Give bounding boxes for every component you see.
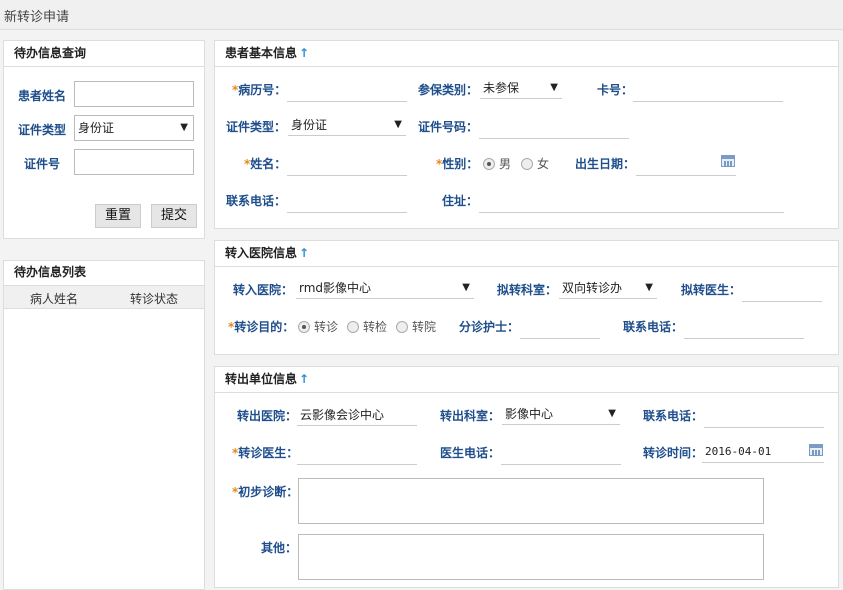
collapse-arrow-icon[interactable]: ↑ [299,246,309,260]
query-panel-title: 待办信息查询 [4,41,204,67]
title-bar: 新转诊申请 [0,0,843,30]
referral-time-input[interactable]: 2016-04-01 [702,441,824,463]
patient-info-title: 患者基本信息 ↑ [215,41,838,67]
in-doctor-label: 拟转医生： [681,283,742,297]
collapse-arrow-icon[interactable]: ↑ [299,372,309,386]
todo-list-header: 病人姓名 转诊状态 [4,285,204,309]
in-hospital-select[interactable]: rmd影像中心 ▼ [296,277,474,299]
patient-idtype-label: 证件类型： [226,120,287,134]
in-phone-label: 联系电话： [623,320,684,334]
submit-button[interactable]: 提交 [151,204,197,228]
purpose-radio-check[interactable]: 转检 [347,318,387,335]
out-phone-label: 联系电话： [643,409,704,423]
card-no-label: 卡号： [597,83,634,97]
reset-button[interactable]: 重置 [95,204,141,228]
query-idtype-select[interactable]: 身份证 ▼ [74,115,194,141]
other-textarea[interactable] [298,534,764,580]
in-dept-label: 拟转科室： [497,283,558,297]
record-no-input[interactable] [287,80,407,102]
out-dept-label: 转出科室： [440,409,501,423]
diagnosis-label: *初步诊断： [232,485,299,499]
todo-list-title: 待办信息列表 [14,265,87,279]
patient-idno-label: 证件号码： [418,120,479,134]
insurance-label: 参保类别： [418,83,479,97]
todo-list-panel: 待办信息列表 [3,260,205,590]
nurse-label: 分诊护士： [459,320,520,334]
out-unit-title-text: 转出单位信息 [225,372,298,386]
record-no-label: *病历号： [232,83,287,97]
in-dept-value: 双向转诊办 [562,281,623,295]
insurance-select[interactable]: 未参保 ▼ [480,77,562,99]
out-phone-input[interactable] [704,406,824,428]
patient-idtype-value: 身份证 [291,118,328,132]
patient-idtype-select[interactable]: 身份证 ▼ [288,114,406,136]
calendar-icon[interactable] [809,444,823,456]
out-hospital-input[interactable]: 云影像会诊中心 [297,404,417,426]
purpose-radio-referral[interactable]: 转诊 [298,318,338,335]
in-hospital-title-text: 转入医院信息 [225,246,298,260]
address-input[interactable] [479,191,784,213]
chevron-down-icon: ▼ [180,122,188,133]
gender-radio-male[interactable]: 男 [483,155,511,172]
page-title: 新转诊申请 [4,10,70,25]
other-label: 其他： [261,541,298,555]
in-hospital-value: rmd影像中心 [299,281,372,295]
chevron-down-icon: ▼ [462,282,470,293]
query-idno-label: 证件号 [24,157,61,171]
chevron-down-icon: ▼ [394,119,402,130]
name-label: *姓名： [244,157,287,171]
column-header-referral-status[interactable]: 转诊状态 [130,290,178,307]
out-hospital-label: 转出医院： [237,409,298,423]
chevron-down-icon: ▼ [645,282,653,293]
query-name-input[interactable] [74,81,194,107]
purpose-label: *转诊目的： [228,320,295,334]
insurance-value: 未参保 [483,81,520,95]
in-hospital-title: 转入医院信息 ↑ [215,241,838,267]
referral-time-label: 转诊时间： [643,446,704,460]
address-label: 住址： [442,194,479,208]
out-dept-value: 影像中心 [505,407,554,421]
diagnosis-textarea[interactable] [298,478,764,524]
patient-idno-input[interactable] [479,117,629,139]
query-name-label: 患者姓名 [18,89,67,103]
doctor-phone-label: 医生电话： [440,446,501,460]
patient-phone-label: 联系电话： [226,194,287,208]
gender-radio-female[interactable]: 女 [521,155,549,172]
referring-doctor-label: *转诊医生： [232,446,299,460]
in-doctor-input[interactable] [742,280,822,302]
in-hospital-label: 转入医院： [233,283,294,297]
query-idtype-value: 身份证 [78,121,115,135]
chevron-down-icon: ▼ [550,82,558,93]
collapse-arrow-icon[interactable]: ↑ [299,46,309,60]
calendar-icon[interactable] [721,155,735,167]
doctor-phone-input[interactable] [501,443,621,465]
birth-date-label: 出生日期： [575,157,636,171]
query-panel: 待办信息查询 患者姓名 证件类型 身份证 ▼ 证件号 重置 提交 [3,40,205,239]
chevron-down-icon: ▼ [608,408,616,419]
column-header-patient-name[interactable]: 病人姓名 [30,290,78,307]
name-input[interactable] [287,154,407,176]
gender-label: *性别： [436,157,479,171]
query-idtype-label: 证件类型 [18,123,67,137]
patient-phone-input[interactable] [287,191,407,213]
out-dept-select[interactable]: 影像中心 ▼ [502,403,620,425]
card-no-input[interactable] [633,80,783,102]
nurse-input[interactable] [520,317,600,339]
patient-info-title-text: 患者基本信息 [225,46,298,60]
in-phone-input[interactable] [684,317,804,339]
query-idno-input[interactable] [74,149,194,175]
in-dept-select[interactable]: 双向转诊办 ▼ [559,277,657,299]
out-unit-title: 转出单位信息 ↑ [215,367,838,393]
purpose-radio-hospital[interactable]: 转院 [396,318,436,335]
referring-doctor-input[interactable] [297,443,417,465]
